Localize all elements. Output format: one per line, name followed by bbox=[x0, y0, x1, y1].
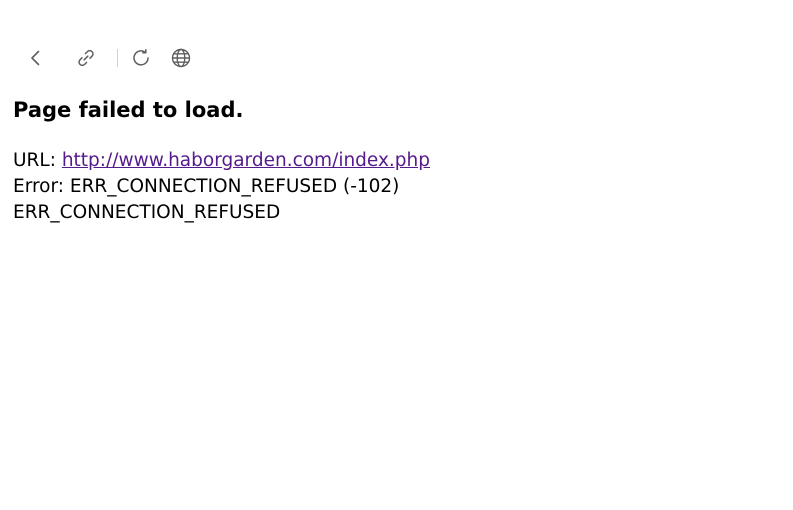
reload-button[interactable] bbox=[123, 40, 159, 76]
copy-link-button[interactable] bbox=[68, 40, 104, 76]
failed-url-link[interactable]: http://www.haborgarden.com/index.php bbox=[62, 150, 430, 171]
error-line: Error: ERR_CONNECTION_REFUSED (-102) bbox=[13, 176, 400, 197]
link-icon bbox=[78, 49, 94, 67]
site-info-button[interactable] bbox=[163, 40, 199, 76]
globe-icon bbox=[171, 48, 191, 68]
error-details: URL: http://www.haborgarden.com/index.ph… bbox=[13, 148, 430, 226]
toolbar-separator bbox=[117, 49, 118, 67]
back-button[interactable] bbox=[18, 40, 54, 76]
page-title: Page failed to load. bbox=[13, 98, 244, 122]
reload-icon bbox=[133, 49, 149, 66]
error-code: ERR_CONNECTION_REFUSED bbox=[13, 202, 281, 223]
error-page: Page failed to load. URL: http://www.hab… bbox=[0, 0, 793, 510]
url-label: URL: bbox=[13, 150, 62, 171]
toolbar bbox=[18, 40, 199, 76]
chevron-left-icon bbox=[31, 50, 40, 66]
url-line: URL: http://www.haborgarden.com/index.ph… bbox=[13, 148, 430, 174]
